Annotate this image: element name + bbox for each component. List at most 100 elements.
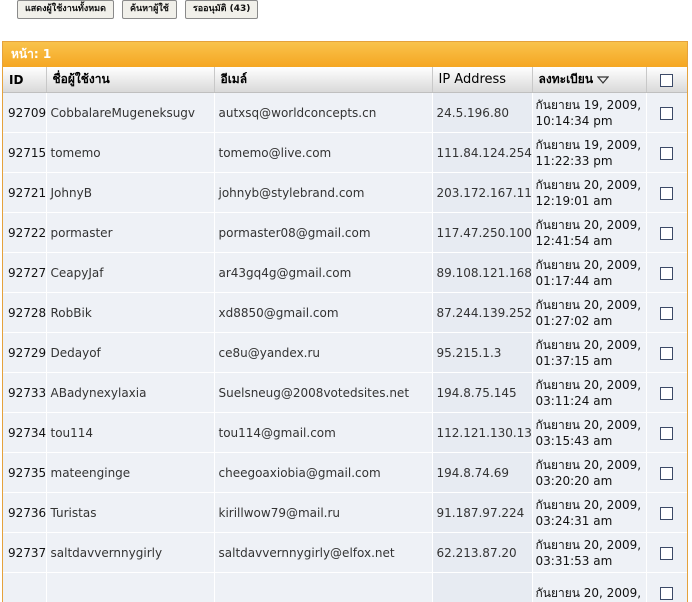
member-username[interactable]	[46, 573, 214, 602]
member-username[interactable]: CeapyJaf	[46, 253, 214, 293]
member-id: 92734	[3, 413, 46, 453]
member-ip[interactable]: 62.213.87.20	[432, 533, 532, 573]
member-ip[interactable]: 117.47.250.100	[432, 213, 532, 253]
member-id: 92735	[3, 453, 46, 493]
sort-down-icon[interactable]	[597, 76, 609, 84]
member-email[interactable]: cheegoaxiobia@gmail.com	[214, 453, 432, 493]
search-user-button[interactable]: ค้นหาผู้ใช้	[122, 0, 177, 19]
member-email[interactable]: johnyb@stylebrand.com	[214, 173, 432, 213]
member-ip[interactable]: 89.108.121.168	[432, 253, 532, 293]
row-select-checkbox[interactable]	[660, 227, 673, 240]
column-header-select-all	[646, 67, 687, 93]
member-email[interactable]: kirillwow79@mail.ru	[214, 493, 432, 533]
row-select-cell	[646, 253, 687, 293]
table-row: 92721JohnyBjohnyb@stylebrand.com203.172.…	[3, 173, 687, 213]
page-indicator[interactable]: หน้า: 1	[11, 47, 51, 61]
column-header-email[interactable]: อีเมล์	[214, 67, 432, 93]
row-select-checkbox[interactable]	[660, 267, 673, 280]
table-row: 92722pormasterpormaster08@gmail.com117.4…	[3, 213, 687, 253]
member-email[interactable]: saltdavvernnygirly@elfox.net	[214, 533, 432, 573]
member-registered: กันยายน 20, 2009,01:27:02 am	[532, 293, 646, 333]
member-username[interactable]: CobbalareMugeneksugv	[46, 93, 214, 133]
table-row: 92728RobBikxd8850@gmail.com87.244.139.25…	[3, 293, 687, 333]
registered-time: 03:11:24 am	[536, 394, 613, 408]
member-registered: กันยายน 20, 2009,03:20:20 am	[532, 453, 646, 493]
member-email[interactable]: ar43gq4g@gmail.com	[214, 253, 432, 293]
column-header-id[interactable]: ID	[3, 67, 46, 93]
pagination-bar: หน้า: 1	[3, 42, 687, 67]
member-email[interactable]: autxsq@worldconcepts.cn	[214, 93, 432, 133]
member-username[interactable]: JohnyB	[46, 173, 214, 213]
member-username[interactable]: Turistas	[46, 493, 214, 533]
member-username[interactable]: mateenginge	[46, 453, 214, 493]
member-username[interactable]: tou114	[46, 413, 214, 453]
row-select-cell	[646, 333, 687, 373]
member-email[interactable]	[214, 573, 432, 602]
registered-date: กันยายน 20, 2009,	[536, 298, 642, 312]
member-email[interactable]: xd8850@gmail.com	[214, 293, 432, 333]
member-username[interactable]: tomemo	[46, 133, 214, 173]
row-select-checkbox[interactable]	[660, 427, 673, 440]
row-select-checkbox[interactable]	[660, 307, 673, 320]
column-header-username[interactable]: ชื่อผู้ใช้งาน	[46, 67, 214, 93]
member-id: 92721	[3, 173, 46, 213]
member-email[interactable]: tomemo@live.com	[214, 133, 432, 173]
row-select-checkbox[interactable]	[660, 387, 673, 400]
row-select-cell	[646, 493, 687, 533]
table-row: 92734tou114tou114@gmail.com112.121.130.1…	[3, 413, 687, 453]
show-all-users-button[interactable]: แสดงผู้ใช้งานทั้งหมด	[17, 0, 114, 19]
table-header-row: ID ชื่อผู้ใช้งาน อีเมล์ IP Address ลงทะเ…	[3, 67, 687, 93]
row-select-checkbox[interactable]	[660, 587, 673, 600]
member-username[interactable]: saltdavvernnygirly	[46, 533, 214, 573]
member-ip[interactable]	[432, 573, 532, 602]
row-select-checkbox[interactable]	[660, 347, 673, 360]
registered-time: 03:24:31 am	[536, 514, 613, 528]
member-email[interactable]: tou114@gmail.com	[214, 413, 432, 453]
member-ip[interactable]: 95.215.1.3	[432, 333, 532, 373]
registered-date: กันยายน 20, 2009,	[536, 458, 642, 472]
member-username[interactable]: Dedayof	[46, 333, 214, 373]
column-header-registered[interactable]: ลงทะเบียน	[532, 67, 646, 93]
column-header-ip[interactable]: IP Address	[432, 67, 532, 93]
member-email[interactable]: pormaster08@gmail.com	[214, 213, 432, 253]
table-row: 92727CeapyJafar43gq4g@gmail.com89.108.12…	[3, 253, 687, 293]
member-email[interactable]: ce8u@yandex.ru	[214, 333, 432, 373]
member-ip[interactable]: 87.244.139.252	[432, 293, 532, 333]
member-ip[interactable]: 24.5.196.80	[432, 93, 532, 133]
select-all-checkbox[interactable]	[660, 74, 673, 87]
row-select-cell	[646, 173, 687, 213]
registered-date: กันยายน 20, 2009,	[536, 218, 642, 232]
registered-time: 10:14:34 pm	[536, 114, 613, 128]
pending-approval-button[interactable]: รออนุมัติ (43)	[185, 0, 258, 19]
member-ip[interactable]: 112.121.130.134	[432, 413, 532, 453]
member-id: 92715	[3, 133, 46, 173]
row-select-checkbox[interactable]	[660, 507, 673, 520]
row-select-checkbox[interactable]	[660, 147, 673, 160]
table-row: 92709CobbalareMugeneksugvautxsq@worldcon…	[3, 93, 687, 133]
table-row: 92715tomemotomemo@live.com111.84.124.254…	[3, 133, 687, 173]
member-ip[interactable]: 194.8.75.145	[432, 373, 532, 413]
row-select-cell	[646, 93, 687, 133]
table-row: 92729Dedayofce8u@yandex.ru95.215.1.3กันย…	[3, 333, 687, 373]
registered-date: กันยายน 20, 2009,	[536, 538, 642, 552]
member-username[interactable]: ABadynexylaxia	[46, 373, 214, 413]
member-ip[interactable]: 194.8.74.69	[432, 453, 532, 493]
row-select-cell	[646, 533, 687, 573]
row-select-checkbox[interactable]	[660, 467, 673, 480]
member-id	[3, 573, 46, 602]
registered-date: กันยายน 20, 2009,	[536, 258, 642, 272]
member-username[interactable]: RobBik	[46, 293, 214, 333]
member-email[interactable]: Suelsneug@2008votedsites.net	[214, 373, 432, 413]
row-select-cell	[646, 293, 687, 333]
member-ip[interactable]: 111.84.124.254	[432, 133, 532, 173]
member-ip[interactable]: 91.187.97.224	[432, 493, 532, 533]
member-username[interactable]: pormaster	[46, 213, 214, 253]
member-ip[interactable]: 203.172.167.114	[432, 173, 532, 213]
member-registered: กันยายน 19, 2009,10:14:34 pm	[532, 93, 646, 133]
member-id: 92737	[3, 533, 46, 573]
row-select-checkbox[interactable]	[660, 107, 673, 120]
registered-time: 01:17:44 am	[536, 274, 613, 288]
row-select-checkbox[interactable]	[660, 547, 673, 560]
row-select-checkbox[interactable]	[660, 187, 673, 200]
member-registered: กันยายน 20, 2009, 01:17:44 am	[532, 253, 646, 293]
